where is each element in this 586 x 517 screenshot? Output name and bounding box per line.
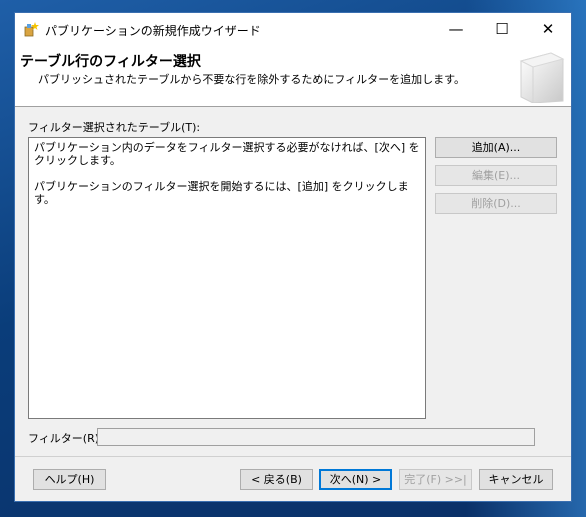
add-button[interactable]: 追加(A)... xyxy=(435,137,557,158)
delete-button[interactable]: 削除(D)... xyxy=(435,193,557,214)
filtered-tables-list[interactable]: パブリケーション内のデータをフィルター選択する必要がなければ、[次へ] をクリッ… xyxy=(28,137,426,419)
wizard-window: パブリケーションの新規作成ウイザード — ☐ ✕ テーブル行のフィルター選択 パ… xyxy=(14,12,572,502)
title-bar[interactable]: パブリケーションの新規作成ウイザード — ☐ ✕ xyxy=(15,13,571,45)
back-button[interactable]: < 戻る(B) xyxy=(240,469,313,490)
wizard-app-icon xyxy=(24,22,39,37)
minimize-icon[interactable]: — xyxy=(433,13,479,45)
footer-divider xyxy=(15,456,571,457)
help-button[interactable]: ヘルプ(H) xyxy=(33,469,106,490)
list-message: パブリケーション内のデータをフィルター選択する必要がなければ、[次へ] をクリッ… xyxy=(34,141,420,167)
maximize-icon[interactable]: ☐ xyxy=(479,13,525,45)
wizard-header: テーブル行のフィルター選択 パブリッシュされたテーブルから不要な行を除外するため… xyxy=(15,45,571,107)
filter-label: フィルター(R): xyxy=(28,432,103,445)
filter-field xyxy=(97,428,535,446)
window-title: パブリケーションの新規作成ウイザード xyxy=(45,24,261,38)
cancel-button[interactable]: キャンセル xyxy=(479,469,553,490)
tables-label: フィルター選択されたテーブル(T): xyxy=(28,121,201,134)
edit-button[interactable]: 編集(E)... xyxy=(435,165,557,186)
next-button[interactable]: 次へ(N) > xyxy=(319,469,392,490)
close-icon[interactable]: ✕ xyxy=(525,13,571,45)
wizard-graphic-icon xyxy=(519,52,565,103)
page-subtitle: パブリッシュされたテーブルから不要な行を除外するためにフィルターを追加します。 xyxy=(38,73,466,86)
page-title: テーブル行のフィルター選択 xyxy=(20,54,201,70)
list-message: パブリケーションのフィルター選択を開始するには、[追加] をクリックします。 xyxy=(34,180,409,206)
finish-button[interactable]: 完了(F) >>| xyxy=(399,469,472,490)
